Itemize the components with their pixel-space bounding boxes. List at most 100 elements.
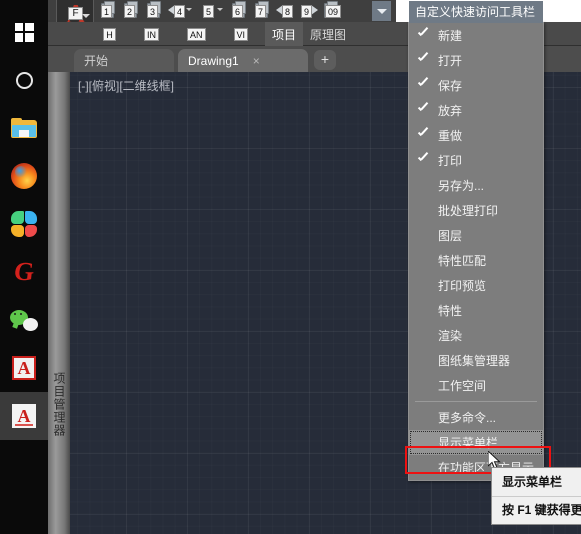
menu-item-1[interactable]: 打开 (409, 48, 543, 73)
ribbon-tab-insert[interactable]: IN (137, 22, 166, 46)
qat-customize-menu-title: 自定义快速访问工具栏 (409, 1, 543, 23)
quick-access-toolbar: A F E 1 2 3 (48, 0, 396, 44)
ribbon-tab-project[interactable]: 项目 (265, 22, 304, 46)
qat-keytip-1: 1 (101, 5, 112, 18)
check-icon (418, 127, 428, 141)
folder-icon (11, 118, 37, 138)
drawing-tab-drawing1[interactable]: Drawing1 × (178, 49, 308, 72)
qat-customize-dropdown-button[interactable] (372, 1, 391, 21)
qat-keytip-9: 9 (301, 5, 312, 18)
wechat-button[interactable] (0, 296, 48, 344)
menu-item-label: 放弃 (438, 104, 463, 118)
quad-app-button[interactable] (0, 200, 48, 248)
menu-item-label: 图纸集管理器 (438, 354, 511, 368)
qat-keytip-2: 2 (124, 5, 135, 18)
drawing-tab-start-label: 开始 (84, 54, 109, 68)
redo-dropdown-chevron-down-icon[interactable] (217, 8, 223, 11)
qat-open-button[interactable]: 2 (121, 1, 142, 21)
ribbon-tab-annotate[interactable]: AN (180, 22, 213, 46)
menu-item-17[interactable]: 显示菜单栏 (409, 430, 543, 455)
four-color-flower-icon (11, 211, 37, 237)
qat-plot-preview-button[interactable]: 09 (321, 1, 347, 21)
qat-keytip-7: 7 (255, 5, 266, 18)
cortana-circle-icon (15, 71, 33, 89)
menu-item-4[interactable]: 重做 (409, 123, 543, 148)
tooltip-help: 按 F1 键获得更多帮助 (502, 503, 581, 517)
qat-redo-button[interactable]: 5 (198, 1, 223, 21)
menu-item-2[interactable]: 保存 (409, 73, 543, 98)
qat-button-group: 1 2 3 4 5 6 7 8 9 09 (98, 0, 349, 22)
viewport-label[interactable]: [-][俯视][二维线框] (78, 77, 174, 94)
autocad-button[interactable]: A (0, 392, 48, 440)
qat-keytip-4: 4 (174, 5, 185, 18)
ribbon-keytip-h: H (103, 27, 116, 41)
menu-item-label: 另存为... (438, 179, 485, 193)
check-icon (418, 52, 428, 66)
qat-undo2-button[interactable]: 8 (275, 1, 296, 21)
menu-item-label: 工作空间 (438, 379, 487, 393)
ribbon-tab-view[interactable]: VI (227, 22, 256, 46)
tooltip-title: 显示菜单栏 (492, 468, 581, 497)
qat-new-button[interactable]: 1 (98, 1, 119, 21)
drawing-tab-start[interactable]: 开始 (74, 49, 174, 72)
qat-save-button[interactable]: 3 (144, 1, 165, 21)
acrobat-pdf-icon: A (12, 356, 36, 380)
screen: G A A AutoCAD Electrical A F E (0, 0, 581, 534)
new-drawing-tab-button[interactable]: + (314, 50, 336, 70)
qat-saveas-button[interactable]: 7 (252, 1, 273, 21)
menu-item-label: 打印 (438, 154, 463, 168)
firefox-button[interactable] (0, 152, 48, 200)
close-icon[interactable]: × (253, 54, 260, 68)
menu-item-16[interactable]: 更多命令... (409, 405, 543, 430)
project-manager-panel[interactable]: 项目管理器 (48, 72, 70, 534)
start-button[interactable] (0, 8, 48, 56)
menu-item-5[interactable]: 打印 (409, 148, 543, 173)
file-explorer-button[interactable] (0, 104, 48, 152)
menu-item-label: 打印预览 (438, 279, 487, 293)
menu-item-8[interactable]: 图层 (409, 223, 543, 248)
ribbon-tab-home[interactable]: H (96, 22, 123, 46)
drawing-tab-drawing1-label: Drawing1 (188, 53, 239, 68)
menu-item-13[interactable]: 图纸集管理器 (409, 348, 543, 373)
qat-plot-button[interactable]: 6 (229, 1, 250, 21)
firefox-icon (11, 163, 37, 189)
menu-item-label: 显示菜单栏 (438, 436, 499, 450)
ribbon-tab-project-label: 项目 (272, 27, 297, 42)
menu-item-label: 特性匹配 (438, 254, 487, 268)
wechat-icon (10, 309, 38, 331)
menu-item-label: 图层 (438, 229, 463, 243)
menu-item-10[interactable]: 打印预览 (409, 273, 543, 298)
gstar-button[interactable]: G (0, 248, 48, 296)
menu-item-11[interactable]: 特性 (409, 298, 543, 323)
search-button[interactable] (0, 56, 48, 104)
menu-item-label: 新建 (438, 29, 463, 43)
menu-item-label: 打开 (438, 54, 463, 68)
letter-g-icon: G (12, 257, 36, 286)
autocad-icon: A (12, 404, 36, 428)
menu-item-0[interactable]: 新建 (409, 23, 543, 48)
ribbon-tab-schematic-label: 原理图 (310, 27, 347, 42)
redo-icon (311, 5, 318, 15)
qat-keytip-5: 5 (203, 5, 214, 18)
app-button-keytip: F (68, 7, 83, 20)
menu-item-label: 保存 (438, 79, 463, 93)
undo-dropdown-chevron-down-icon[interactable] (186, 8, 192, 11)
menu-item-3[interactable]: 放弃 (409, 98, 543, 123)
qat-keytip-6: 6 (232, 5, 243, 18)
ribbon-tab-schematic[interactable]: 原理图 (303, 22, 353, 46)
menu-separator (415, 401, 537, 402)
ribbon-keytip-an: AN (187, 27, 206, 41)
menu-item-14[interactable]: 工作空间 (409, 373, 543, 398)
menu-item-6[interactable]: 另存为... (409, 173, 543, 198)
chevron-down-icon (376, 8, 387, 14)
menu-item-12[interactable]: 渲染 (409, 323, 543, 348)
menu-item-9[interactable]: 特性匹配 (409, 248, 543, 273)
menu-item-label: 特性 (438, 304, 463, 318)
qat-redo2-button[interactable]: 9 (298, 1, 319, 21)
qat-customize-menu-header: 自定义快速访问工具栏 (409, 1, 543, 23)
qat-customize-menu: 自定义快速访问工具栏 新建打开保存放弃重做打印另存为... 批处理打印图层特性匹配… (408, 1, 544, 481)
qat-undo-button[interactable]: 4 (167, 1, 192, 21)
menu-item-7[interactable]: 批处理打印 (409, 198, 543, 223)
acrobat-button[interactable]: A (0, 344, 48, 392)
tooltip: 显示菜单栏 按 F1 键获得更多帮助 (491, 467, 581, 525)
